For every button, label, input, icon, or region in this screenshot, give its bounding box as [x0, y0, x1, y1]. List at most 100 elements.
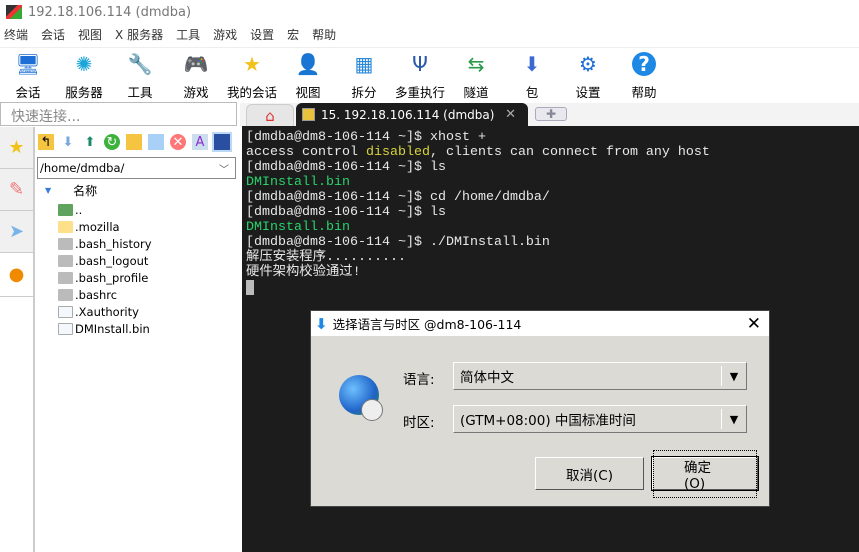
macros-tab[interactable]: ➤: [0, 211, 33, 253]
file-icon: [58, 322, 73, 335]
terminal-text: [dmdba@dm8-106-114 ~]$ xhost +: [246, 130, 486, 145]
download-arrow-icon: ⬇: [315, 314, 328, 333]
view-icon: 👤: [295, 52, 321, 76]
close-icon[interactable]: ✕: [747, 314, 761, 334]
new-folder-icon[interactable]: [126, 134, 142, 150]
toolbar-button-10[interactable]: ⚙ 设置: [560, 48, 616, 101]
terminal-text: [dmdba@dm8-106-114 ~]$ cd /home/dmdba/: [246, 190, 550, 205]
tools-tab[interactable]: ✎: [0, 169, 33, 211]
home-tab[interactable]: ⌂: [246, 104, 294, 126]
rename-icon[interactable]: A: [192, 134, 208, 150]
toolbar-button-6[interactable]: ▦ 拆分: [336, 48, 392, 101]
file-item[interactable]: ..: [35, 201, 238, 218]
timezone-value: (GTM+08:00) 中国标准时间: [460, 413, 636, 429]
toolbar-button-11[interactable]: ? 帮助: [616, 48, 672, 101]
script-icon: [58, 254, 73, 267]
chevron-down-icon[interactable]: ﹀: [219, 161, 229, 176]
delete-icon[interactable]: ✕: [170, 134, 186, 150]
ok-button[interactable]: 确定(O): [651, 449, 759, 498]
toolbar-button-8[interactable]: ⇆ 隧道: [448, 48, 504, 101]
terminal-line: [dmdba@dm8-106-114 ~]$ ./DMInstall.bin: [246, 235, 859, 250]
terminal-follow-icon[interactable]: [212, 132, 232, 152]
column-label: 名称: [73, 183, 98, 198]
toolbar-button-2[interactable]: 🔧 工具: [112, 48, 168, 101]
upload-icon[interactable]: ⬆: [82, 134, 98, 150]
sessions-star-tab[interactable]: ★: [0, 127, 33, 169]
toolbar-label: 拆分: [351, 85, 377, 100]
star-icon: ★: [8, 137, 25, 158]
file-item[interactable]: .bash_profile: [35, 269, 238, 286]
toolbar-label: 帮助: [631, 85, 657, 100]
terminal-line: access control disabled, clients can con…: [246, 145, 859, 160]
toolbar-label: 服务器: [65, 85, 103, 100]
menu-item[interactable]: 设置: [250, 26, 274, 46]
file-item[interactable]: DMInstall.bin: [35, 320, 238, 337]
clock-icon: [361, 399, 383, 421]
file-item[interactable]: .bashrc: [35, 286, 238, 303]
terminal-line: DMInstall.bin: [246, 220, 859, 235]
toolbar-button-0[interactable]: 🖥 会话: [0, 48, 56, 101]
close-tab-icon[interactable]: ✕: [505, 107, 516, 122]
new-file-icon[interactable]: [148, 134, 164, 150]
cancel-button[interactable]: 取消(C): [535, 457, 644, 490]
menu-item[interactable]: X 服务器: [115, 26, 163, 46]
file-name: .Xauthority: [75, 304, 139, 319]
session-tab[interactable]: 15. 192.18.106.114 (dmdba) ✕: [296, 103, 528, 126]
terminal-text: disabled: [365, 145, 430, 160]
language-select[interactable]: 简体中文 ▼: [453, 362, 747, 390]
parent-folder-icon[interactable]: ↰: [38, 134, 54, 150]
terminal-text: [dmdba@dm8-106-114 ~]$ ls: [246, 160, 446, 175]
file-item[interactable]: .mozilla: [35, 218, 238, 235]
file-name: .bash_profile: [75, 270, 149, 285]
quick-connect-input[interactable]: 快速连接...: [0, 102, 237, 126]
terminal-line: 解压安装程序..........: [246, 250, 859, 265]
file-name: .bash_logout: [75, 253, 149, 268]
window-title: 192.18.106.114 (dmdba): [28, 4, 192, 20]
menu-item[interactable]: 会话: [41, 26, 65, 46]
help-icon: ?: [632, 52, 656, 76]
key-icon: [302, 108, 315, 121]
sftp-tab[interactable]: ●: [0, 253, 33, 297]
terminal-text: access control: [246, 145, 366, 160]
tools-icon: 🔧: [127, 52, 153, 76]
session-icon: 🖥: [15, 52, 41, 76]
file-item[interactable]: .bash_logout: [35, 252, 238, 269]
terminal-cursor: [246, 280, 254, 295]
menu-item[interactable]: 工具: [176, 26, 200, 46]
terminal-text: [dmdba@dm8-106-114 ~]$ ls: [246, 205, 446, 220]
toolbar-button-7[interactable]: Ψ 多重执行: [392, 48, 448, 101]
file-name: ..: [75, 202, 83, 217]
toolbar-button-5[interactable]: 👤 视图: [280, 48, 336, 101]
toolbar-label: 隧道: [463, 85, 489, 100]
timezone-label: 时区:: [403, 415, 435, 431]
new-tab-button[interactable]: ✚: [535, 107, 567, 121]
timezone-select[interactable]: (GTM+08:00) 中国标准时间 ▼: [453, 405, 747, 433]
toolbar-label: 设置: [575, 85, 601, 100]
menu-item[interactable]: 宏: [287, 26, 299, 46]
terminal-text: 解压安装程序..........: [246, 250, 406, 265]
name-column-header[interactable]: ▼ 名称: [35, 179, 238, 201]
menu-item[interactable]: 帮助: [312, 26, 336, 46]
toolbar-label: 视图: [295, 85, 321, 100]
terminal-line: DMInstall.bin: [246, 175, 859, 190]
download-icon[interactable]: ⬇: [60, 134, 76, 150]
toolbar-button-9[interactable]: ⬇ 包: [504, 48, 560, 101]
path-field[interactable]: /home/dmdba/ ﹀: [37, 157, 236, 179]
menu-item[interactable]: 终端: [4, 26, 28, 46]
toolbar-button-4[interactable]: ★ 我的会话: [224, 48, 280, 101]
toolbar-button-3[interactable]: 🎮 游戏: [168, 48, 224, 101]
file-name: .bash_history: [75, 236, 152, 251]
file-item[interactable]: .bash_history: [35, 235, 238, 252]
terminal-text: DMInstall.bin: [246, 175, 350, 190]
games-icon: 🎮: [183, 52, 209, 76]
menu-item[interactable]: 视图: [78, 26, 102, 46]
file-item[interactable]: .Xauthority: [35, 303, 238, 320]
refresh-icon[interactable]: ↻: [104, 134, 120, 150]
menu-item[interactable]: 游戏: [213, 26, 237, 46]
language-timezone-dialog: ⬇ 选择语言与时区 @dm8-106-114 ✕ 语言: 简体中文 ▼ 时区: (…: [310, 310, 770, 507]
terminal-text: [dmdba@dm8-106-114 ~]$ ./DMInstall.bin: [246, 235, 550, 250]
packages-icon: ⬇: [523, 52, 541, 76]
toolbar-button-1[interactable]: ✺ 服务器: [56, 48, 112, 101]
tunnel-icon: ⇆: [467, 52, 485, 76]
sftp-panel: ↰ ⬇ ⬆ ↻ ✕ A /home/dmdba/ ﹀ ▼ 名称 .. .mozilla…: [34, 127, 238, 552]
